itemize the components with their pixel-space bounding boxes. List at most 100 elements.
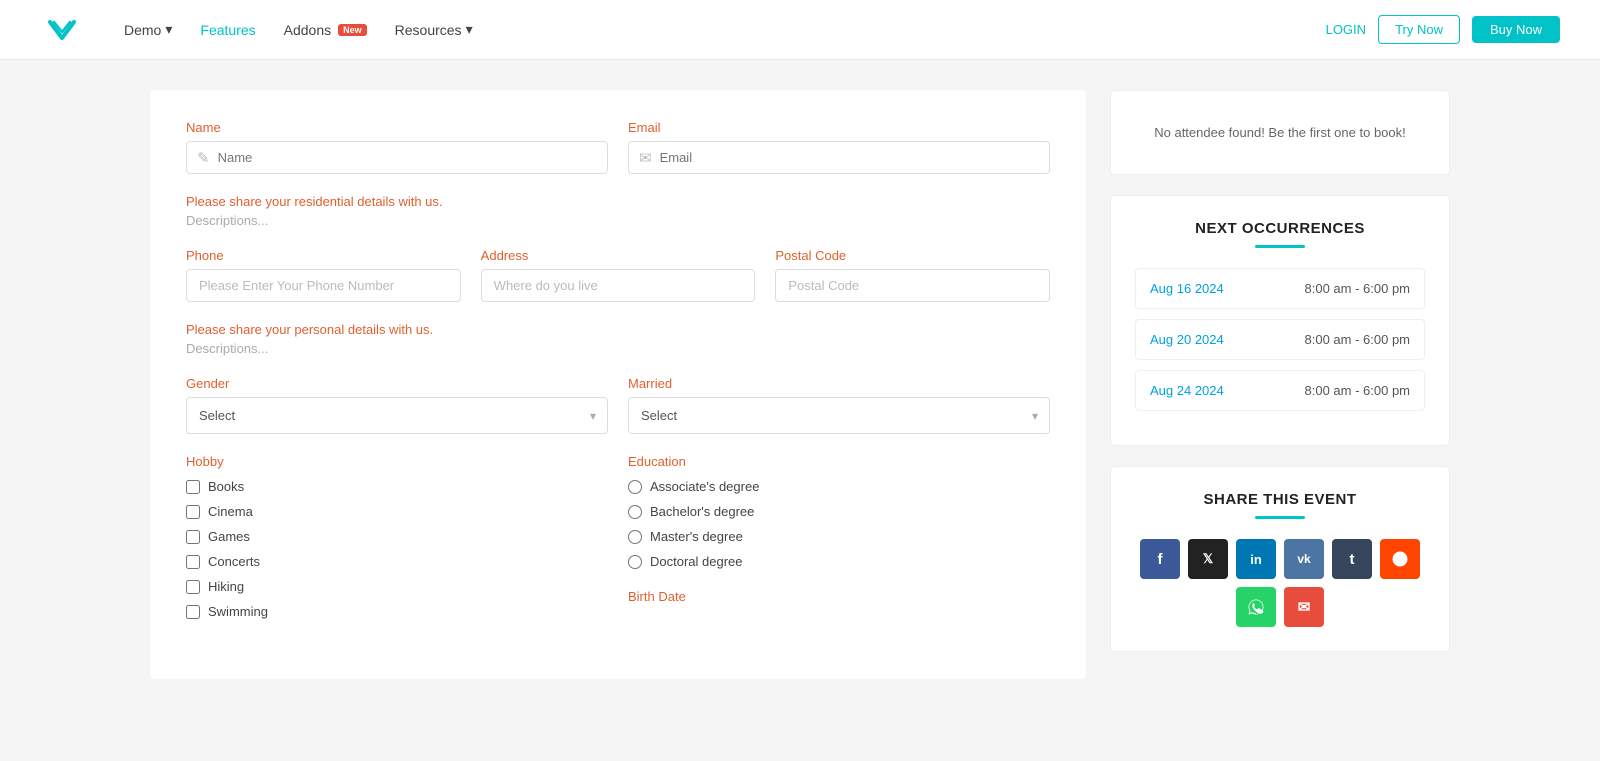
hobby-books: Books (186, 479, 608, 494)
education-col: Education Associate's degree Bachelor's … (628, 454, 1050, 629)
name-input-wrapper: ✎ (186, 141, 608, 174)
hobby-concerts-checkbox[interactable] (186, 555, 200, 569)
edu-doctoral-label: Doctoral degree (650, 554, 743, 569)
personal-note: Please share your personal details with … (186, 322, 1050, 337)
share-title: SHARE THIS EVENT (1135, 491, 1425, 508)
login-button[interactable]: LOGIN (1326, 22, 1366, 37)
hobby-concerts: Concerts (186, 554, 608, 569)
hobby-swimming-checkbox[interactable] (186, 605, 200, 619)
address-label: Address (481, 248, 756, 263)
share-vk-button[interactable]: vk (1284, 539, 1324, 579)
nav-features[interactable]: Features (200, 22, 255, 38)
edu-associate-radio[interactable] (628, 480, 642, 494)
occurrence-2: Aug 20 2024 8:00 am - 6:00 pm (1135, 319, 1425, 360)
navbar: Demo ▾ Features Addons New Resources ▾ L… (0, 0, 1600, 60)
edu-doctoral-radio[interactable] (628, 555, 642, 569)
gender-select-wrapper: Select Male Female Other ▾ (186, 397, 608, 434)
address-input[interactable] (481, 269, 756, 302)
hobby-hiking-label: Hiking (208, 579, 244, 594)
hobby-cinema: Cinema (186, 504, 608, 519)
try-now-button[interactable]: Try Now (1378, 15, 1460, 44)
name-input[interactable] (218, 142, 597, 173)
residential-note: Please share your residential details wi… (186, 194, 1050, 209)
hobby-games-label: Games (208, 529, 250, 544)
gender-label: Gender (186, 376, 608, 391)
main-form: Name ✎ Email ✉ Please share your residen… (150, 90, 1086, 679)
email-input[interactable] (660, 142, 1039, 173)
occurrence-1-date: Aug 16 2024 (1150, 281, 1224, 296)
gender-married-row: Gender Select Male Female Other ▾ Marrie… (186, 376, 1050, 434)
hobby-hiking: Hiking (186, 579, 608, 594)
title-underline (1255, 245, 1305, 248)
postal-input[interactable] (775, 269, 1050, 302)
gender-select[interactable]: Select Male Female Other (186, 397, 608, 434)
sidebar: No attendee found! Be the first one to b… (1110, 90, 1450, 679)
hobby-books-label: Books (208, 479, 244, 494)
share-whatsapp-button[interactable] (1236, 587, 1276, 627)
occurrence-1: Aug 16 2024 8:00 am - 6:00 pm (1135, 268, 1425, 309)
birth-date-label: Birth Date (628, 589, 1050, 604)
hobby-label: Hobby (186, 454, 608, 469)
edu-associate-label: Associate's degree (650, 479, 759, 494)
occurrence-1-time: 8:00 am - 6:00 pm (1305, 281, 1411, 296)
hobby-cinema-checkbox[interactable] (186, 505, 200, 519)
hobby-games-checkbox[interactable] (186, 530, 200, 544)
chevron-icon: ▾ (466, 21, 473, 38)
hobby-books-checkbox[interactable] (186, 480, 200, 494)
no-attendee-text: No attendee found! Be the first one to b… (1135, 115, 1425, 150)
phone-group: Phone (186, 248, 461, 302)
share-facebook-button[interactable]: f (1140, 539, 1180, 579)
hobby-swimming: Swimming (186, 604, 608, 619)
share-x-button[interactable]: 𝕏 (1188, 539, 1228, 579)
hobby-games: Games (186, 529, 608, 544)
nav-right: LOGIN Try Now Buy Now (1326, 15, 1560, 44)
user-icon: ✎ (197, 149, 210, 167)
share-card: SHARE THIS EVENT f 𝕏 in vk t ✉ (1110, 466, 1450, 652)
next-occurrences-card: NEXT OCCURRENCES Aug 16 2024 8:00 am - 6… (1110, 195, 1450, 446)
email-label: Email (628, 120, 1050, 135)
edu-bachelor-label: Bachelor's degree (650, 504, 754, 519)
edu-master: Master's degree (628, 529, 1050, 544)
hobby-hiking-checkbox[interactable] (186, 580, 200, 594)
share-underline (1255, 516, 1305, 519)
edu-bachelor-radio[interactable] (628, 505, 642, 519)
address-group: Address (481, 248, 756, 302)
logo (40, 8, 84, 52)
share-reddit-button[interactable] (1380, 539, 1420, 579)
hobby-concerts-label: Concerts (208, 554, 260, 569)
phone-label: Phone (186, 248, 461, 263)
hobby-education-row: Hobby Books Cinema Games Concerts (186, 454, 1050, 629)
share-tumblr-button[interactable]: t (1332, 539, 1372, 579)
occurrence-2-time: 8:00 am - 6:00 pm (1305, 332, 1411, 347)
edu-master-label: Master's degree (650, 529, 743, 544)
share-linkedin-button[interactable]: in (1236, 539, 1276, 579)
email-group: Email ✉ (628, 120, 1050, 174)
gender-group: Gender Select Male Female Other ▾ (186, 376, 608, 434)
share-icons-row2: ✉ (1135, 587, 1425, 627)
nav-links: Demo ▾ Features Addons New Resources ▾ (124, 21, 1326, 38)
addons-badge: New (338, 24, 367, 36)
phone-input[interactable] (186, 269, 461, 302)
nav-addons[interactable]: Addons New (284, 22, 367, 38)
personal-desc[interactable]: Descriptions... (186, 341, 1050, 356)
postal-label: Postal Code (775, 248, 1050, 263)
residential-desc[interactable]: Descriptions... (186, 213, 1050, 228)
occurrence-3-date: Aug 24 2024 (1150, 383, 1224, 398)
married-select-wrapper: Select Yes No ▾ (628, 397, 1050, 434)
email-input-wrapper: ✉ (628, 141, 1050, 174)
name-email-row: Name ✎ Email ✉ (186, 120, 1050, 174)
hobby-cinema-label: Cinema (208, 504, 253, 519)
married-select[interactable]: Select Yes No (628, 397, 1050, 434)
share-email-button[interactable]: ✉ (1284, 587, 1324, 627)
occurrence-3-time: 8:00 am - 6:00 pm (1305, 383, 1411, 398)
married-label: Married (628, 376, 1050, 391)
name-group: Name ✎ (186, 120, 608, 174)
edu-doctoral: Doctoral degree (628, 554, 1050, 569)
nav-resources[interactable]: Resources ▾ (395, 21, 473, 38)
nav-demo[interactable]: Demo ▾ (124, 21, 172, 38)
edu-master-radio[interactable] (628, 530, 642, 544)
hobby-col: Hobby Books Cinema Games Concerts (186, 454, 608, 629)
buy-now-button[interactable]: Buy Now (1472, 16, 1560, 43)
edu-bachelor: Bachelor's degree (628, 504, 1050, 519)
phone-address-row: Phone Address Postal Code (186, 248, 1050, 302)
